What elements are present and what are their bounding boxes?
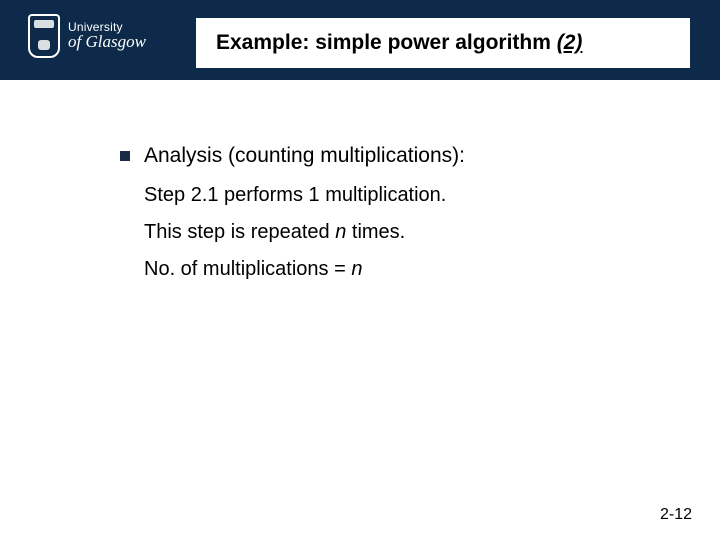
analysis-line-2: This step is repeated n times. xyxy=(144,219,660,246)
line2-n: n xyxy=(335,221,346,243)
square-bullet-icon xyxy=(120,151,130,161)
header-bar: University of Glasgow Example: simple po… xyxy=(0,0,720,80)
page-number: 2-12 xyxy=(660,506,692,524)
analysis-line-1: Step 2.1 performs 1 multiplication. xyxy=(144,182,660,209)
bullet-row: Analysis (counting multiplications): xyxy=(120,144,660,168)
content-block: Analysis (counting multiplications): Ste… xyxy=(120,144,660,293)
line2-b: times. xyxy=(346,221,405,243)
bullet-text: Analysis (counting multiplications): xyxy=(144,144,465,168)
university-logo: University of Glasgow xyxy=(28,14,146,58)
line3-a: No. of multiplications = xyxy=(144,258,351,280)
logo-text: University of Glasgow xyxy=(68,21,146,51)
rule-line xyxy=(216,75,720,78)
slide-title: Example: simple power algorithm (2) xyxy=(216,31,582,55)
analysis-line-3: No. of multiplications = n xyxy=(144,256,660,283)
title-suffix: (2) xyxy=(557,31,583,54)
logo-line2: of Glasgow xyxy=(68,33,146,51)
title-main: Example: simple power algorithm xyxy=(216,31,557,54)
logo-glasgow: Glasgow xyxy=(85,32,145,51)
logo-of: of xyxy=(68,32,85,51)
slide-body: Analysis (counting multiplications): Ste… xyxy=(0,80,720,540)
line3-n: n xyxy=(351,258,362,280)
crest-icon xyxy=(28,14,60,58)
line2-a: This step is repeated xyxy=(144,221,335,243)
title-plate: Example: simple power algorithm (2) xyxy=(196,18,690,68)
